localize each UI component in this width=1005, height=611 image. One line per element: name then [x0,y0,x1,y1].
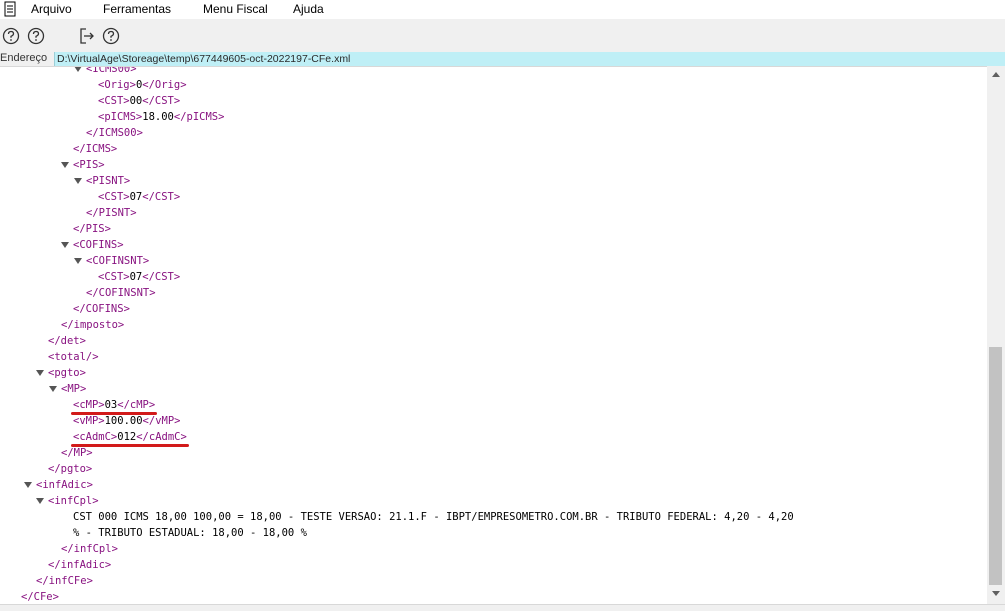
xml-line: </MP> [61,447,93,459]
xml-line: </infAdic> [48,559,112,571]
collapse-toggle-icon[interactable] [24,482,32,488]
xml-line: <MP> [61,383,87,395]
xml-line: </pgto> [48,463,93,475]
xml-line: </imposto> [61,319,125,331]
menu-arquivo[interactable]: Arquivo [31,2,72,17]
address-bar: Endereço D:\VirtualAge\Storeage\temp\677… [0,52,1005,66]
xml-line: <COFINSNT> [86,255,150,267]
xml-text-line: % - TRIBUTO ESTADUAL: 18,00 - 18,00 % [73,527,307,539]
logout-icon[interactable] [77,26,97,46]
help-circle-icon[interactable] [26,26,46,46]
xml-line: <cMP>03</cMP> [73,399,156,411]
xml-line: <CST>00</CST> [98,95,181,107]
menu-ferramentas[interactable]: Ferramentas [103,2,171,17]
xml-line: </PIS> [73,223,111,235]
menu-fiscal[interactable]: Menu Fiscal [203,2,268,17]
xml-line: </infCFe> [36,575,93,587]
toolbar [0,19,1005,52]
xml-line: <PISNT> [86,175,131,187]
address-value[interactable]: D:\VirtualAge\Storeage\temp\677449605-oc… [57,52,350,66]
xml-line: </infCpl> [61,543,118,555]
collapse-toggle-icon[interactable] [61,242,69,248]
xml-line: </CFe> [21,591,59,603]
address-label: Endereço [0,52,48,64]
help-circle-icon[interactable] [101,26,121,46]
xml-line: <Orig>0</Orig> [98,79,187,91]
collapse-toggle-icon[interactable] [49,386,57,392]
collapse-toggle-icon[interactable] [74,178,82,184]
xml-line: <vMP>100.00</vMP> [73,415,181,427]
collapse-toggle-icon[interactable] [61,162,69,168]
collapse-toggle-icon[interactable] [36,370,44,376]
address-field[interactable]: D:\VirtualAge\Storeage\temp\677449605-oc… [54,52,1005,66]
xml-line: <CST>07</CST> [98,271,181,283]
xml-line: <total/> [48,351,99,363]
xml-line: </PISNT> [86,207,137,219]
scroll-down-arrow-icon[interactable] [992,591,1000,596]
scroll-up-arrow-icon[interactable] [992,72,1000,77]
xml-line: <COFINS> [73,239,124,251]
collapse-toggle-icon[interactable] [74,258,82,264]
xml-line: </ICMS00> [86,127,143,139]
xml-line: <infCpl> [48,495,99,507]
collapse-toggle-icon[interactable] [36,498,44,504]
xml-line: <pICMS>18.00</pICMS> [98,111,225,123]
xml-line: <CST>07</CST> [98,191,181,203]
menu-bar: Arquivo Ferramentas Menu Fiscal Ajuda [0,0,1005,19]
xml-line: <pgto> [48,367,86,379]
xml-text-line: CST 000 ICMS 18,00 100,00 = 18,00 - TEST… [73,511,794,523]
xml-line: <cAdmC>012</cAdmC> [73,431,187,443]
vertical-scrollbar[interactable] [987,66,1005,604]
xml-line: <ICMS00> [86,66,137,75]
menu-ajuda[interactable]: Ajuda [293,2,324,17]
collapse-toggle-icon[interactable] [74,67,82,72]
xml-line: <PIS> [73,159,105,171]
xml-line: </COFINS> [73,303,130,315]
scrollbar-thumb[interactable] [989,347,1002,585]
xml-line: </COFINSNT> [86,287,156,299]
document-icon[interactable] [3,1,17,17]
xml-viewer[interactable]: <ICMS00> <Orig>0</Orig> <CST>00</CST> <pICM… [0,66,987,605]
xml-line: </ICMS> [73,143,118,155]
xml-line: </det> [48,335,86,347]
help-circle-icon[interactable] [1,26,21,46]
xml-line: <infAdic> [36,479,93,491]
